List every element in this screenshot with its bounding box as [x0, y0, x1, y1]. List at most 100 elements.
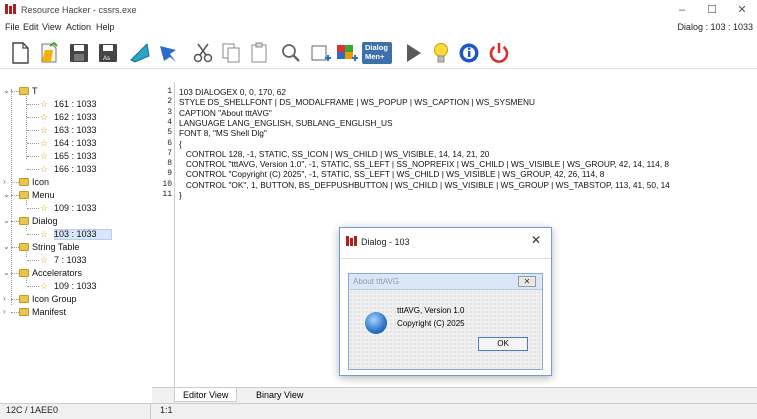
add-image-icon[interactable] [334, 40, 360, 66]
resource-star-icon: ☆ [40, 164, 49, 174]
tree-folder-label: Dialog [32, 216, 58, 226]
tree-item[interactable]: ☆ 161 : 1033 [0, 99, 151, 111]
menu-file[interactable]: File [5, 22, 20, 32]
copy-icon[interactable] [218, 40, 244, 66]
info-icon[interactable] [456, 40, 482, 66]
resource-star-icon: ☆ [40, 125, 49, 135]
tab-binary-view[interactable]: Binary View [248, 388, 311, 402]
tip-icon[interactable] [428, 40, 454, 66]
code-line[interactable]: LANGUAGE LANG_ENGLISH, SUBLANG_ENGLISH_U… [179, 118, 393, 128]
script-icon[interactable] [156, 40, 182, 66]
tree-folder[interactable]: ⌄ Dialog [0, 216, 151, 228]
code-line[interactable]: STYLE DS_SHELLFONT | DS_MODALFRAME | WS_… [179, 97, 535, 107]
add-resource-icon[interactable] [308, 40, 334, 66]
dialog-preview-window[interactable]: Dialog - 103 ✕ About tttAVG ✕ tttAVG, Ve… [339, 227, 552, 376]
code-line[interactable]: CAPTION "About tttAVG" [179, 108, 272, 118]
run-icon[interactable] [400, 40, 426, 66]
menu-help[interactable]: Help [96, 22, 115, 32]
maximize-button[interactable]: ☐ [700, 2, 724, 18]
line-number: 4 [167, 117, 172, 127]
tree-folder-label: Icon Group [32, 294, 77, 304]
power-icon[interactable] [486, 40, 512, 66]
menu-bar: File Edit View Action Help [0, 20, 757, 36]
expand-icon[interactable]: › [3, 294, 11, 303]
save-icon[interactable] [66, 40, 92, 66]
code-line[interactable]: CONTROL "tttAVG, Version 1.0", -1, STATI… [179, 159, 669, 169]
code-line[interactable]: CONTROL "OK", 1, BUTTON, BS_DEFPUSHBUTTO… [179, 180, 670, 190]
folder-icon [19, 178, 29, 186]
resource-star-icon: ☆ [40, 255, 49, 265]
menu-action[interactable]: Action [66, 22, 91, 32]
ok-button[interactable]: OK [478, 337, 528, 351]
tab-editor-view[interactable]: Editor View [174, 388, 238, 402]
collapse-icon[interactable]: ⌄ [3, 86, 11, 95]
folder-icon [19, 191, 29, 199]
about-dialog-close-button[interactable]: ✕ [518, 276, 536, 287]
tree-item[interactable]: ☆ 164 : 1033 [0, 138, 151, 150]
version-text: tttAVG, Version 1.0 [397, 306, 465, 315]
tree-folder[interactable]: › Manifest [0, 307, 151, 319]
compile-icon[interactable] [127, 40, 153, 66]
line-number: 6 [167, 138, 172, 148]
tree-item[interactable]: ☆ 7 : 1033 [0, 255, 151, 267]
paste-icon[interactable] [246, 40, 272, 66]
line-number: 11 [162, 190, 172, 199]
find-icon[interactable] [278, 40, 304, 66]
code-line[interactable]: FONT 8, "MS Shell Dlg" [179, 128, 267, 138]
tree-folder-label: T [32, 86, 38, 96]
minimize-button[interactable]: – [670, 2, 694, 18]
cut-icon[interactable] [190, 40, 216, 66]
tree-item[interactable]: ☆ 165 : 1033 [0, 151, 151, 163]
tree-folder[interactable]: › Icon Group [0, 294, 151, 306]
status-offset: 12C / 1AEE0 [6, 405, 59, 415]
tree-item[interactable]: ☆ 109 : 1033 [0, 203, 151, 215]
code-line[interactable]: 103 DIALOGEX 0, 0, 170, 62 [179, 87, 286, 97]
collapse-icon[interactable]: ⌄ [3, 216, 11, 225]
line-number: 5 [167, 128, 172, 138]
code-line[interactable]: } [179, 190, 182, 200]
tree-folder[interactable]: › Icon [0, 177, 151, 189]
save-as-icon[interactable]: As [95, 40, 121, 66]
tree-item[interactable]: ☆ 103 : 1033 [0, 229, 151, 241]
tree-folder[interactable]: ⌄ T [0, 86, 151, 98]
line-number: 7 [167, 148, 172, 158]
tree-item[interactable]: ☆ 163 : 1033 [0, 125, 151, 137]
menu-edit[interactable]: Edit [23, 22, 39, 32]
code-line[interactable]: { [179, 139, 182, 149]
tree-item-label: 109 : 1033 [54, 203, 97, 213]
about-dialog-titlebar: About tttAVG ✕ [349, 274, 542, 290]
dialog-merger-icon[interactable]: Dialog Men+ [360, 40, 394, 66]
current-resource-label: Dialog : 103 : 1033 [677, 22, 753, 32]
collapse-icon[interactable]: ⌄ [3, 268, 11, 277]
tree-item-label: 165 : 1033 [54, 151, 97, 161]
tree-item-label: 166 : 1033 [54, 164, 97, 174]
collapse-icon[interactable]: ⌄ [3, 190, 11, 199]
code-line[interactable]: CONTROL "Copyright (C) 2025", -1, STATIC… [179, 169, 604, 179]
tree-item-label: 163 : 1033 [54, 125, 97, 135]
expand-icon[interactable]: › [3, 307, 11, 316]
close-button[interactable]: ✕ [730, 2, 754, 18]
about-dialog: About tttAVG ✕ tttAVG, Version 1.0 Copyr… [348, 273, 543, 370]
tree-item-label: 162 : 1033 [54, 112, 97, 122]
copyright-text: Copyright (C) 2025 [397, 319, 465, 328]
preview-close-button[interactable]: ✕ [531, 233, 541, 247]
expand-icon[interactable]: › [3, 177, 11, 186]
tree-item[interactable]: ☆ 166 : 1033 [0, 164, 151, 176]
new-file-icon[interactable] [7, 40, 33, 66]
open-file-icon[interactable] [36, 40, 62, 66]
tree-folder[interactable]: ⌄ Accelerators [0, 268, 151, 280]
menu-view[interactable]: View [42, 22, 61, 32]
line-number: 3 [167, 107, 172, 117]
toolbar: As Dialog Men+ [0, 37, 757, 69]
svg-text:As: As [103, 56, 110, 62]
collapse-icon[interactable]: ⌄ [3, 242, 11, 251]
tree-folder[interactable]: ⌄ Menu [0, 190, 151, 202]
tree-item-label: 109 : 1033 [54, 281, 97, 291]
preview-title: Dialog - 103 [361, 237, 410, 247]
view-tabs: Editor View Binary View [152, 387, 757, 403]
tree-item[interactable]: ☆ 109 : 1033 [0, 281, 151, 293]
tree-folder-label: String Table [32, 242, 80, 252]
tree-item[interactable]: ☆ 162 : 1033 [0, 112, 151, 124]
tree-folder[interactable]: ⌄ String Table [0, 242, 151, 254]
code-line[interactable]: CONTROL 128, -1, STATIC, SS_ICON | WS_CH… [179, 149, 489, 159]
